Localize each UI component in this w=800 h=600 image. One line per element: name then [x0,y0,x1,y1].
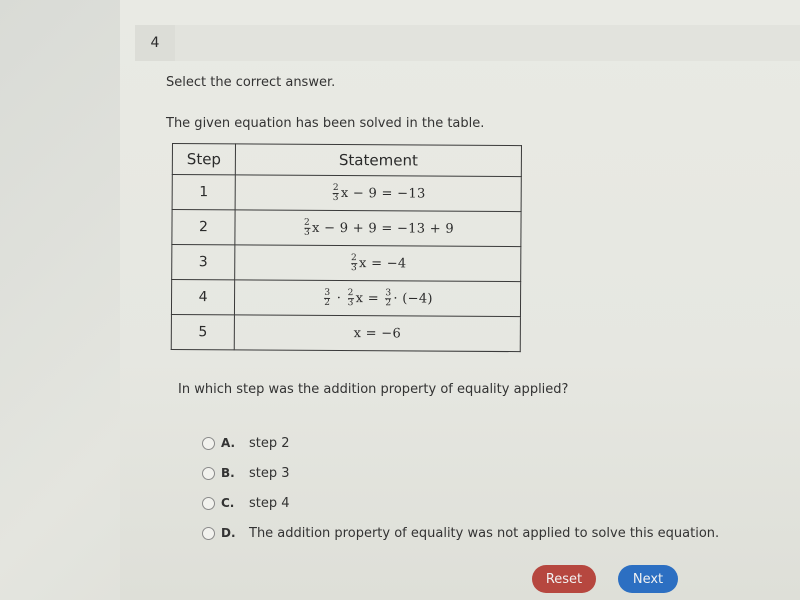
statement-cell: 32 · 23x = 3 2 · (−4) [234,279,521,317]
step-number: 4 [171,279,235,315]
radio-button[interactable] [202,466,215,480]
instruction-text: Select the correct answer. [166,75,336,90]
header-step: Step [172,143,236,175]
next-button[interactable]: Next [618,565,678,593]
fraction: 23 [350,252,358,273]
table-header-row: Step Statement [172,143,522,177]
statement-cell: 23x − 9 + 9 = −13 + 9 [234,209,522,247]
table-row: 4 32 · 23x = 3 2 · (−4) [171,279,521,317]
step-number: 2 [171,209,236,245]
option-letter: A. [221,436,236,450]
option-letter: B. [221,466,235,480]
question-header-bar [175,25,800,61]
intro-text: The given equation has been solved in th… [166,116,485,131]
fraction: 23 [303,217,311,238]
statement-cell: x = −6 [234,314,521,352]
option-letter: D. [221,526,236,540]
solution-table: Step Statement 1 23x − 9 = −13 2 23x − 9… [171,143,522,352]
statement-cell: 23x − 9 = −13 [235,174,522,212]
option-b[interactable]: B. step 3 [202,458,719,488]
option-c[interactable]: C. step 4 [202,488,719,518]
option-text: The addition property of equality was no… [249,525,720,541]
option-text: step 3 [249,465,290,481]
table-row: 3 23x = −4 [171,244,521,282]
step-number: 3 [171,244,235,280]
table-row: 2 23x − 9 + 9 = −13 + 9 [171,209,522,247]
option-letter: C. [221,496,235,510]
option-d[interactable]: D. The addition property of equality was… [202,518,719,548]
step-number: 5 [171,314,235,350]
header-statement: Statement [235,143,522,177]
step-number: 1 [172,174,236,210]
table-row: 5 x = −6 [171,314,521,352]
question-text: In which step was the addition property … [178,382,569,397]
radio-button[interactable] [202,496,215,510]
fraction: 32 [324,287,331,308]
option-a[interactable]: A. step 2 [202,428,719,458]
option-text: step 4 [249,495,290,511]
statement-cell: 23x = −4 [234,244,521,282]
answer-options: A. step 2 B. step 3 C. step 4 D. The add… [202,428,719,548]
fraction: 23 [332,182,339,203]
fraction: 23 [347,287,354,308]
question-number: 4 [135,25,175,61]
radio-button[interactable] [202,526,215,540]
table-row: 1 23x − 9 = −13 [172,174,522,212]
radio-button[interactable] [202,436,215,450]
fraction: 32 [385,287,392,308]
option-text: step 2 [249,435,290,451]
reset-button[interactable]: Reset [532,565,596,593]
